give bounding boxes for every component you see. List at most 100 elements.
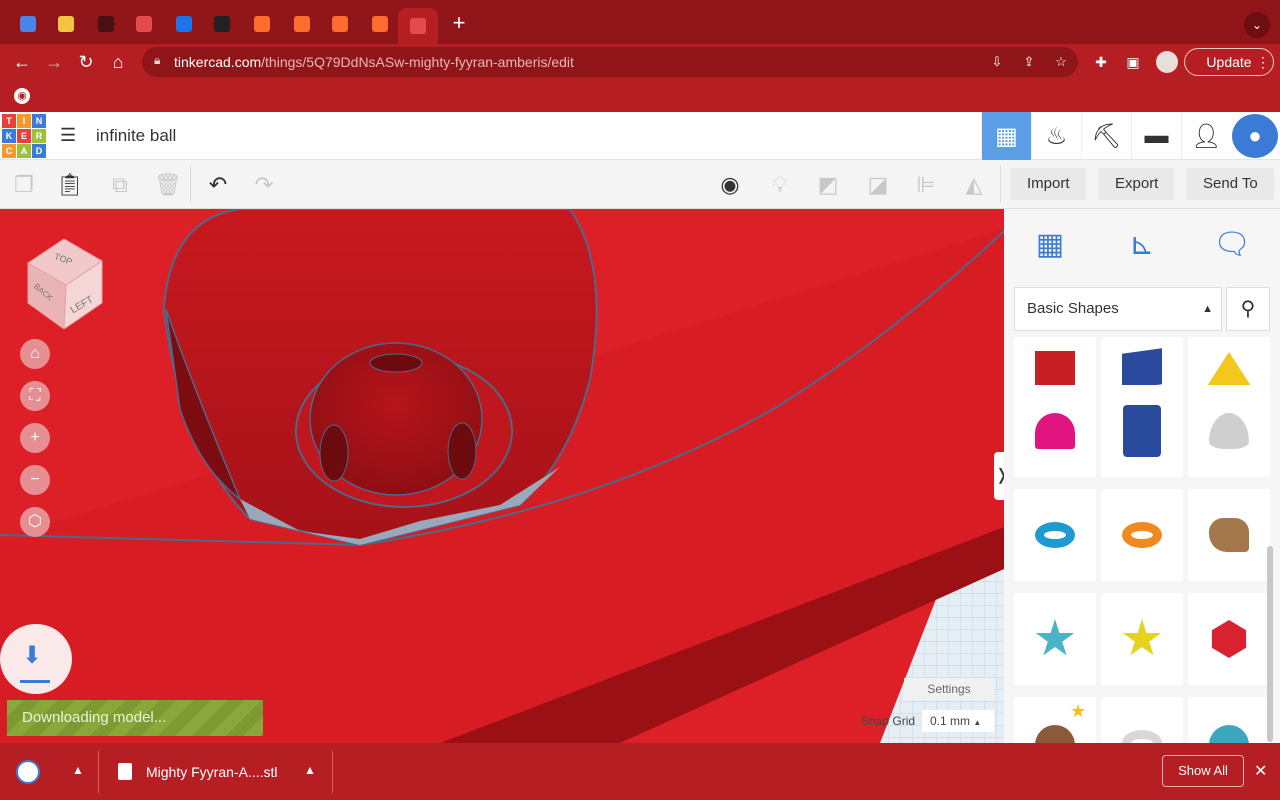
3d-scene[interactable] [0, 209, 1004, 743]
redo-icon[interactable]: ↷ [250, 171, 278, 199]
browser-tab[interactable] [52, 10, 80, 38]
browser-tab[interactable] [366, 10, 394, 38]
polygon-shape[interactable] [1101, 385, 1183, 477]
undo-icon[interactable]: ↶ [204, 171, 232, 199]
snap-grid-select[interactable]: 0.1 mm ▲ [922, 710, 994, 732]
perspective-icon[interactable]: ⬡ [20, 507, 50, 537]
logo-letter: D [32, 144, 46, 158]
reload-icon[interactable]: ↻ [74, 50, 98, 74]
browser-tab[interactable] [326, 10, 354, 38]
heart-shape[interactable] [1188, 489, 1270, 581]
workplane-grid-icon[interactable]: ▦ [1028, 223, 1072, 267]
box-shape-icon [1122, 348, 1162, 390]
show-all-icon[interactable]: ◉ [716, 171, 744, 199]
side-panel-icon[interactable]: ▣ [1122, 51, 1144, 73]
back-icon[interactable]: ← [10, 50, 34, 74]
toolbar-divider [1000, 166, 1001, 202]
download-button[interactable]: ⬇ [0, 624, 72, 694]
ungroup-icon[interactable]: ◪ [864, 171, 892, 199]
copy-icon[interactable]: ❐ [10, 171, 38, 199]
ruler-icon[interactable]: ⊾ [1120, 223, 1164, 267]
star-shape[interactable] [1014, 593, 1096, 685]
duplicate-icon[interactable]: ⧉ [106, 171, 134, 199]
star-shape-yellow[interactable] [1101, 593, 1183, 685]
show-all-button[interactable]: Show All [1162, 755, 1244, 787]
extensions-icon[interactable]: ✚ [1090, 51, 1112, 73]
pickaxe-icon[interactable]: ⛏ [1081, 112, 1131, 160]
inner-hole-left [319, 424, 349, 482]
home-view-icon[interactable]: ⌂ [20, 339, 50, 369]
browser-tab[interactable] [92, 10, 120, 38]
export-button[interactable]: Export [1099, 168, 1175, 200]
snap-grid-label: Snap Grid [861, 714, 916, 728]
project-title[interactable]: infinite ball [96, 126, 176, 146]
half-sphere-shape[interactable] [1014, 385, 1096, 477]
import-button[interactable]: Import [1011, 168, 1086, 200]
browser-tab[interactable] [398, 8, 438, 44]
browser-tab[interactable] [170, 10, 198, 38]
browser-tab[interactable] [248, 10, 276, 38]
tab-search-icon[interactable]: ⌄ [1244, 12, 1270, 38]
view-cube[interactable]: TOP BACK LEFT [24, 239, 104, 329]
ring-shape-grey[interactable] [1101, 697, 1183, 743]
settings-button[interactable]: Settings [904, 678, 994, 700]
bulb-icon [58, 16, 74, 32]
panel-scrollbar[interactable] [1267, 546, 1273, 742]
zoom-in-icon[interactable]: + [20, 423, 50, 453]
star-shape-yellow-icon [1122, 619, 1162, 656]
design-menu-icon[interactable]: ☰ [60, 126, 80, 144]
profile-avatar[interactable] [1156, 51, 1178, 73]
torus-shape[interactable] [1014, 489, 1096, 581]
mirror-icon[interactable]: ◭ [960, 171, 988, 199]
search-icon[interactable]: ⚲ [1226, 287, 1270, 331]
bookmark-star-icon[interactable]: ☆ [1052, 53, 1070, 71]
download-file-name[interactable]: Mighty Fyyran-A....stl [146, 764, 277, 780]
fit-view-icon[interactable]: ⛶ [20, 381, 50, 411]
workplane-canvas[interactable]: TOP BACK LEFT ⌂ ⛶ + − ⬡ Settings Snap Gr… [0, 209, 1004, 743]
delete-icon[interactable]: 🗑︎ [154, 171, 182, 199]
browser-tab[interactable] [208, 10, 236, 38]
tinkercad-icon [410, 18, 426, 34]
logo-letter: R [32, 129, 46, 143]
bricks-icon[interactable]: ▬ [1131, 112, 1181, 160]
browser-tab[interactable] [130, 10, 158, 38]
close-icon[interactable]: ✕ [1254, 761, 1267, 781]
chevron-up-icon[interactable]: ▲ [72, 763, 84, 777]
notes-panel-icon[interactable]: 🗨︎ [1210, 223, 1254, 267]
half-sphere-shape-icon [1035, 413, 1075, 449]
share-icon[interactable]: ⇪ [1020, 53, 1038, 71]
shape-category-select[interactable]: Basic Shapes ▲▼ [1014, 287, 1222, 357]
3d-view-icon[interactable]: ▦ [981, 112, 1031, 160]
url-text: tinkercad.com/things/5Q79DdNsASw-mighty-… [174, 54, 574, 70]
user-avatar[interactable]: ● [1232, 114, 1278, 158]
question-icon [214, 16, 230, 32]
group-icon[interactable]: ◩ [814, 171, 842, 199]
logo-letter: C [2, 144, 16, 158]
zoom-out-icon[interactable]: − [20, 465, 50, 495]
tinkercad-logo[interactable]: TIN KER CAD [2, 114, 46, 158]
tube-shape-icon [1122, 522, 1162, 548]
add-user-icon[interactable]: 👤︎ [1181, 112, 1231, 160]
address-bar[interactable]: 🔒︎ tinkercad.com/things/5Q79DdNsASw-migh… [142, 47, 1078, 77]
download-underline [20, 680, 50, 683]
notes-icon[interactable]: 💡︎ [766, 171, 794, 199]
send-to-button[interactable]: Send To [1187, 168, 1274, 200]
home-icon[interactable]: ⌂ [106, 50, 130, 74]
install-icon[interactable]: ⇩ [988, 53, 1006, 71]
paste-icon[interactable]: 📋︎ [56, 171, 84, 199]
align-icon[interactable]: ⊫ [912, 171, 940, 199]
blocks-icon[interactable]: ♨ [1031, 112, 1081, 160]
browser-tab[interactable] [288, 10, 316, 38]
more-menu-icon[interactable]: ⋮ [1252, 51, 1274, 73]
paraboloid-shape[interactable] [1188, 385, 1270, 477]
globe-icon[interactable]: ◉ [14, 88, 30, 104]
forward-icon[interactable]: → [42, 50, 66, 74]
browser-tab[interactable] [14, 10, 42, 38]
dome-shape-teal-icon [1209, 725, 1249, 743]
icosahedron-shape[interactable] [1188, 593, 1270, 685]
chevron-up-icon[interactable]: ▲ [304, 763, 316, 777]
dome-shape-teal[interactable] [1188, 697, 1270, 743]
round-shape-brown[interactable]: ★ [1014, 697, 1096, 743]
new-tab-button[interactable]: + [447, 12, 471, 36]
tube-shape[interactable] [1101, 489, 1183, 581]
